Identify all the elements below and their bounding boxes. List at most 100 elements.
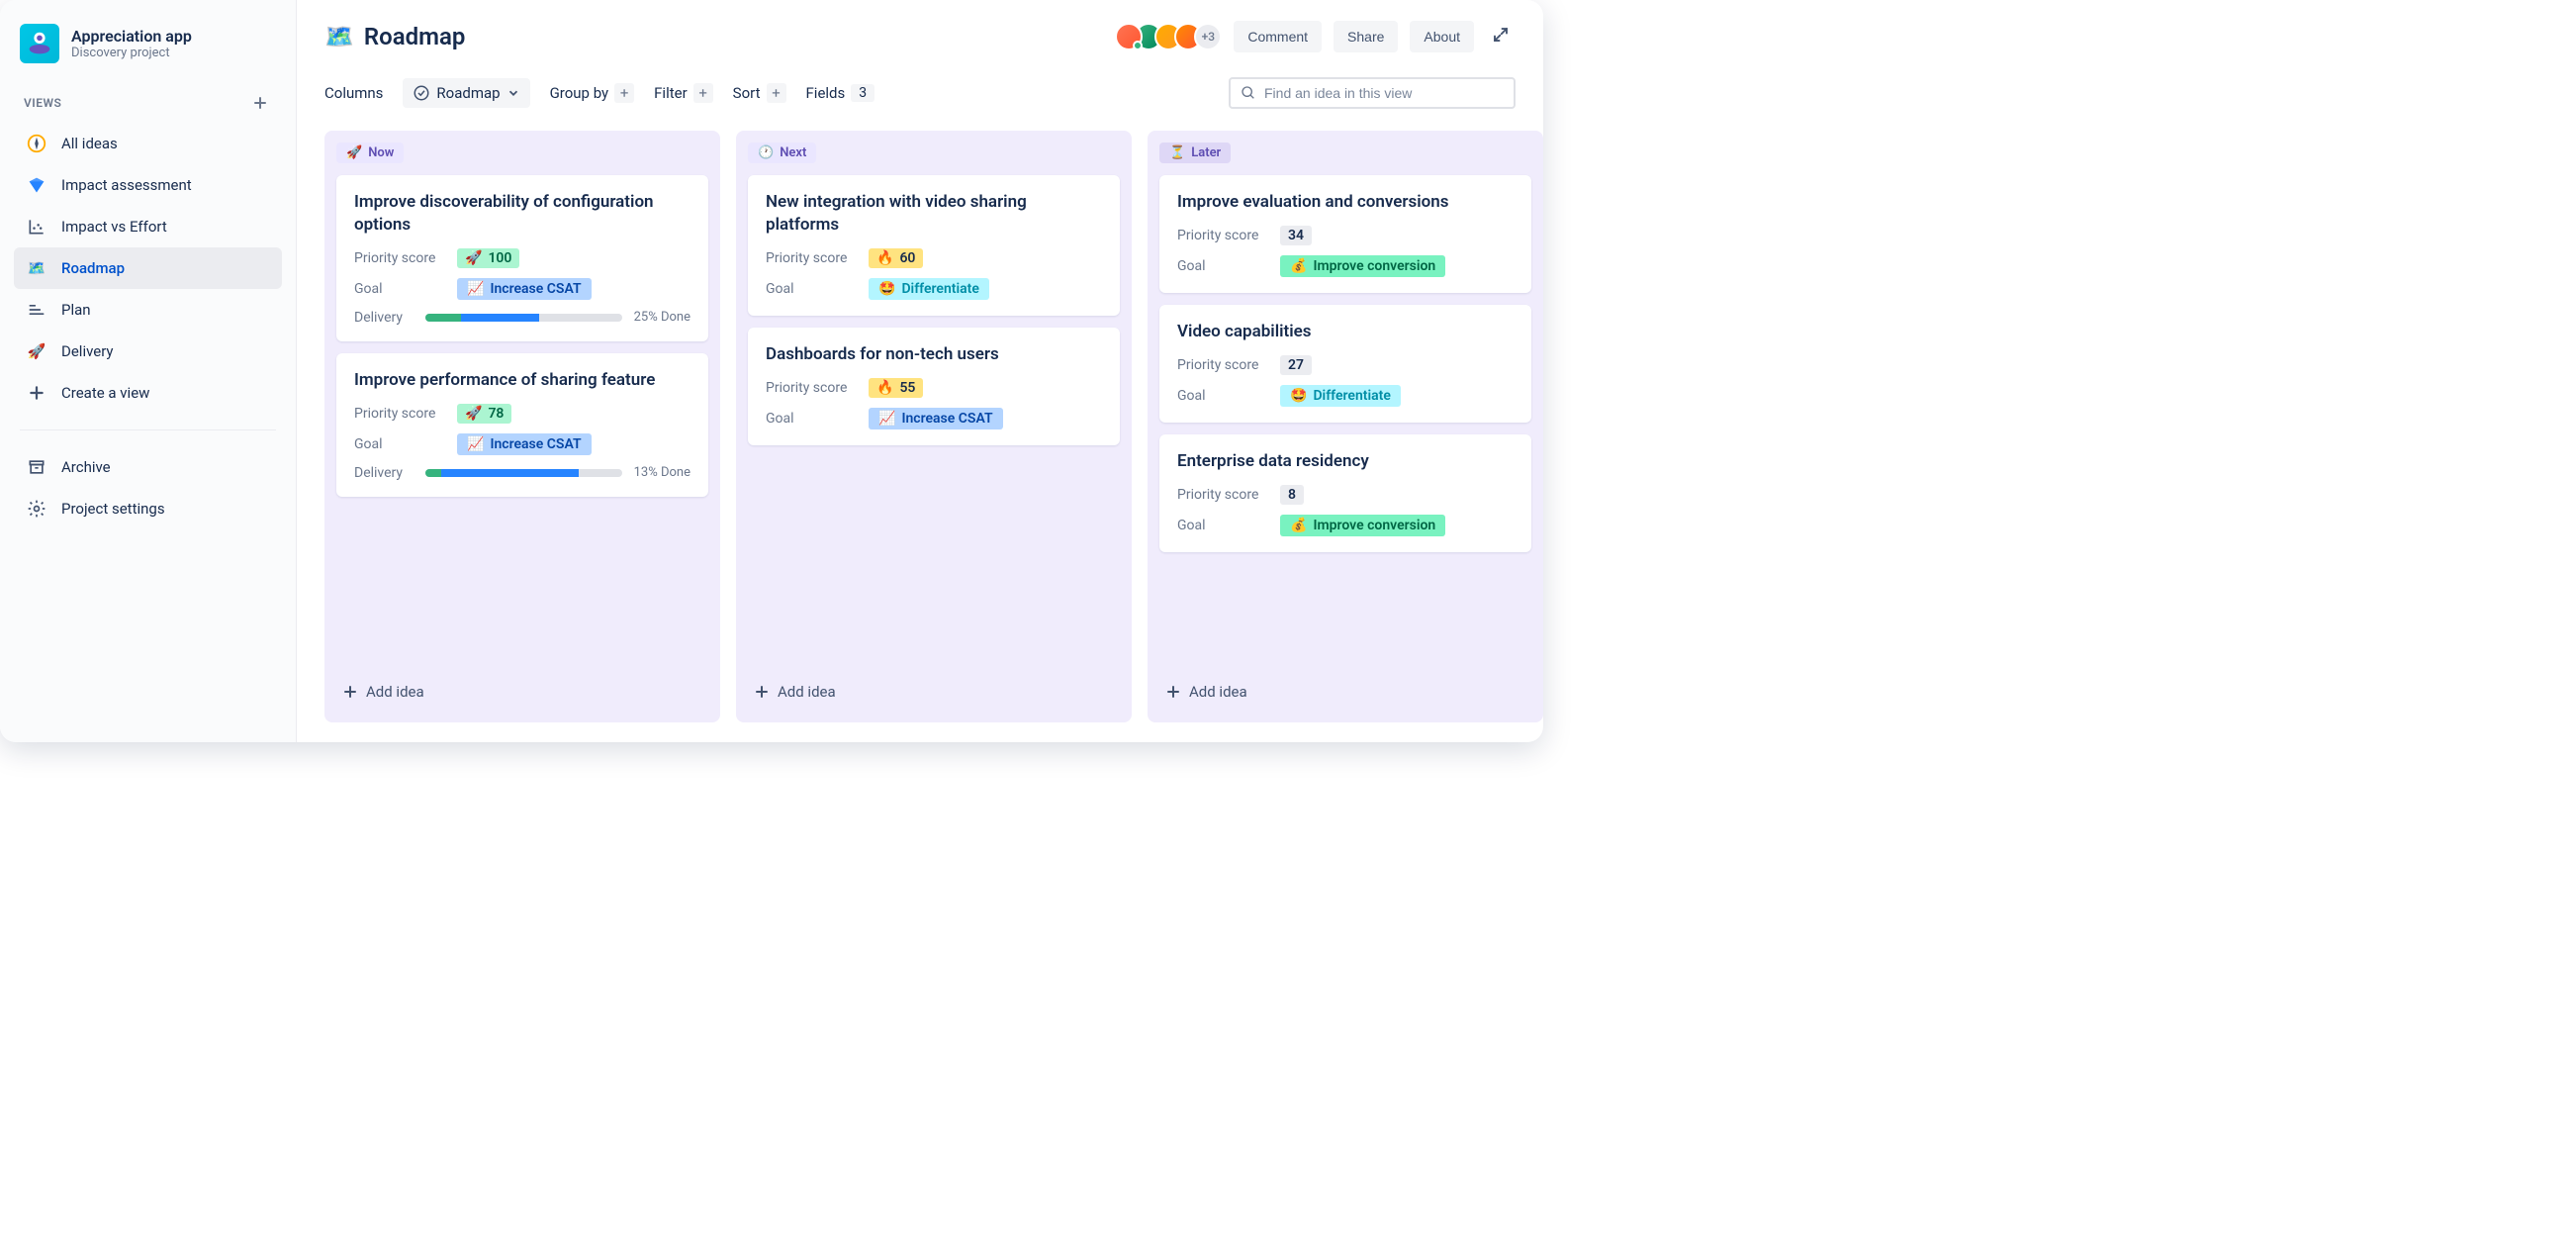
diamond-icon bbox=[26, 174, 47, 196]
sidebar-item-label: Project settings bbox=[61, 500, 165, 518]
sidebar-item-create-view[interactable]: Create a view bbox=[14, 372, 282, 414]
app-name: Appreciation app bbox=[71, 27, 192, 46]
card-title: New integration with video sharing platf… bbox=[766, 191, 1102, 237]
goal-value: 💰 Improve conversion bbox=[1280, 255, 1445, 277]
add-idea-label: Add idea bbox=[778, 683, 836, 701]
priority-score-label: Priority score bbox=[766, 380, 857, 396]
goal-text: Differentiate bbox=[1313, 388, 1390, 404]
plus-icon bbox=[26, 382, 47, 404]
column-next: 🕐 Next New integration with video sharin… bbox=[736, 131, 1132, 722]
list-icon bbox=[26, 299, 47, 321]
goal-text: Differentiate bbox=[901, 281, 978, 297]
rocket-icon: 🚀 bbox=[346, 145, 362, 160]
views-header: VIEWS bbox=[14, 91, 282, 115]
rocket-icon: 🚀 bbox=[26, 340, 47, 362]
score-number: 78 bbox=[488, 406, 504, 422]
sidebar-item-label: Plan bbox=[61, 301, 91, 319]
sidebar-item-delivery[interactable]: 🚀 Delivery bbox=[14, 331, 282, 372]
column-badge-now: 🚀 Now bbox=[336, 143, 404, 163]
delivery-label: Delivery bbox=[354, 310, 414, 326]
sort-control[interactable]: Sort + bbox=[733, 83, 786, 103]
score-number: 34 bbox=[1288, 228, 1304, 243]
sidebar-item-archive[interactable]: Archive bbox=[14, 446, 282, 488]
priority-score-value: 🔥 60 bbox=[869, 248, 923, 268]
priority-score-label: Priority score bbox=[1177, 228, 1268, 243]
score-number: 100 bbox=[488, 250, 511, 266]
sidebar-item-impact-vs-effort[interactable]: Impact vs Effort bbox=[14, 206, 282, 247]
sidebar-item-project-settings[interactable]: Project settings bbox=[14, 488, 282, 529]
sidebar: Appreciation app Discovery project VIEWS… bbox=[0, 0, 297, 742]
add-idea-button[interactable]: Add idea bbox=[748, 673, 1120, 711]
comment-button[interactable]: Comment bbox=[1234, 21, 1322, 52]
chart-up-icon: 📈 bbox=[467, 281, 484, 297]
column-later: ⏳ Later Improve evaluation and conversio… bbox=[1148, 131, 1543, 722]
plus-icon: + bbox=[767, 83, 786, 103]
fields-control[interactable]: Fields 3 bbox=[806, 84, 875, 102]
goal-value: 📈 Increase CSAT bbox=[457, 433, 592, 455]
search-input[interactable] bbox=[1229, 77, 1516, 109]
goal-value: 📈 Increase CSAT bbox=[869, 408, 1003, 429]
avatar-overflow[interactable]: +3 bbox=[1194, 23, 1222, 50]
page-title-text: Roadmap bbox=[364, 23, 465, 50]
add-view-icon[interactable] bbox=[248, 91, 272, 115]
goal-label: Goal bbox=[1177, 388, 1268, 404]
priority-score-label: Priority score bbox=[354, 406, 445, 422]
add-idea-button[interactable]: Add idea bbox=[336, 673, 708, 711]
goal-value: 🤩 Differentiate bbox=[869, 278, 989, 300]
add-idea-label: Add idea bbox=[1189, 683, 1247, 701]
idea-card[interactable]: Video capabilities Priority score 27 Goa… bbox=[1159, 305, 1531, 423]
idea-card[interactable]: Improve discoverability of configuration… bbox=[336, 175, 708, 341]
avatar-stack[interactable]: +3 bbox=[1123, 23, 1222, 50]
idea-card[interactable]: Dashboards for non-tech users Priority s… bbox=[748, 328, 1120, 445]
card-title: Improve performance of sharing feature bbox=[354, 369, 690, 392]
avatar-overflow-text: +3 bbox=[1202, 30, 1215, 44]
filter-control[interactable]: Filter + bbox=[654, 83, 713, 103]
delivery-text: 13% Done bbox=[634, 465, 690, 480]
goal-label: Goal bbox=[354, 281, 445, 297]
topbar: 🗺️ Roadmap +3 Comment Share About bbox=[297, 0, 1543, 65]
money-icon: 💰 bbox=[1290, 518, 1307, 533]
chart-icon bbox=[26, 216, 47, 238]
column-now: 🚀 Now Improve discoverability of configu… bbox=[324, 131, 720, 722]
expand-icon[interactable] bbox=[1486, 20, 1516, 53]
sidebar-item-roadmap[interactable]: 🗺️ Roadmap bbox=[14, 247, 282, 289]
idea-card[interactable]: New integration with video sharing platf… bbox=[748, 175, 1120, 316]
column-label: Now bbox=[368, 145, 394, 160]
column-badge-later: ⏳ Later bbox=[1159, 143, 1231, 163]
group-by-control[interactable]: Group by + bbox=[550, 83, 635, 103]
map-icon: 🗺️ bbox=[26, 257, 47, 279]
about-button[interactable]: About bbox=[1410, 21, 1474, 52]
goal-label: Goal bbox=[354, 436, 445, 452]
chart-up-icon: 📈 bbox=[878, 411, 895, 427]
priority-score-value: 27 bbox=[1280, 355, 1312, 375]
app-subtitle: Discovery project bbox=[71, 46, 192, 60]
idea-card[interactable]: Improve performance of sharing feature P… bbox=[336, 353, 708, 497]
goal-text: Improve conversion bbox=[1313, 518, 1435, 533]
card-title: Improve discoverability of configuration… bbox=[354, 191, 690, 237]
score-number: 55 bbox=[899, 380, 915, 396]
fire-icon: 🔥 bbox=[876, 250, 893, 266]
search-field[interactable] bbox=[1264, 85, 1504, 101]
idea-card[interactable]: Enterprise data residency Priority score… bbox=[1159, 434, 1531, 552]
filter-label: Filter bbox=[654, 84, 688, 102]
view-controls: Columns Roadmap Group by + Filter + Sort… bbox=[297, 65, 1543, 121]
avatar[interactable] bbox=[1115, 23, 1143, 50]
sidebar-item-label: Delivery bbox=[61, 342, 114, 360]
idea-card[interactable]: Improve evaluation and conversions Prior… bbox=[1159, 175, 1531, 293]
rocket-icon: 🚀 bbox=[465, 406, 482, 422]
main-content: 🗺️ Roadmap +3 Comment Share About Column… bbox=[297, 0, 1543, 742]
add-idea-button[interactable]: Add idea bbox=[1159, 673, 1531, 711]
columns-roadmap-dropdown[interactable]: Roadmap bbox=[403, 78, 529, 108]
goal-label: Goal bbox=[766, 281, 857, 297]
fields-count: 3 bbox=[851, 84, 874, 102]
compass-icon bbox=[26, 133, 47, 154]
hourglass-icon: ⏳ bbox=[1169, 145, 1185, 160]
fields-label: Fields bbox=[806, 84, 846, 102]
columns-control[interactable]: Columns bbox=[324, 84, 383, 102]
sidebar-item-impact-assessment[interactable]: Impact assessment bbox=[14, 164, 282, 206]
share-button[interactable]: Share bbox=[1334, 21, 1398, 52]
sidebar-item-all-ideas[interactable]: All ideas bbox=[14, 123, 282, 164]
priority-score-value: 🚀 100 bbox=[457, 248, 519, 268]
priority-score-label: Priority score bbox=[1177, 487, 1268, 503]
sidebar-item-plan[interactable]: Plan bbox=[14, 289, 282, 331]
